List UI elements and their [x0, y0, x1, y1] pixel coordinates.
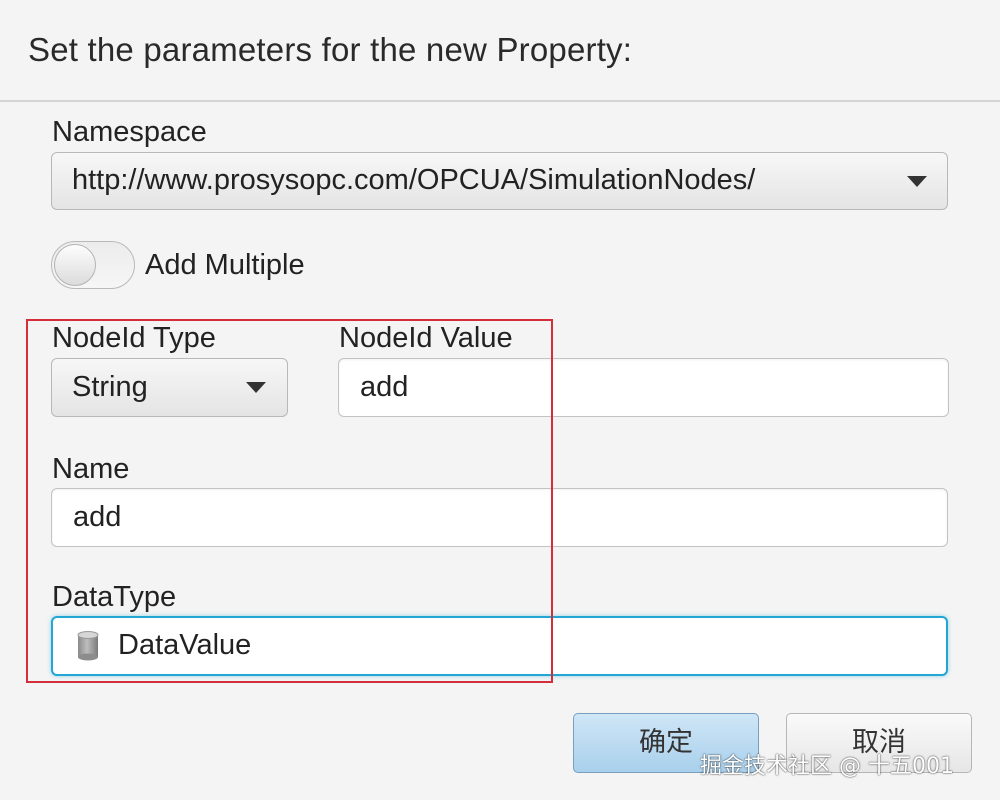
dialog-header: Set the parameters for the new Property:: [0, 0, 1000, 102]
add-multiple-toggle[interactable]: [51, 241, 135, 289]
add-multiple-label: Add Multiple: [145, 249, 305, 281]
namespace-select[interactable]: http://www.prosysopc.com/OPCUA/Simulatio…: [51, 152, 948, 210]
ok-button-label: 确定: [639, 727, 693, 758]
toggle-knob: [54, 244, 96, 286]
dialog-title: Set the parameters for the new Property:: [28, 31, 633, 68]
namespace-label: Namespace: [52, 116, 207, 148]
highlight-annotation-box: [26, 319, 553, 683]
watermark-text: 掘金技术社区 @ 十五001: [700, 754, 954, 779]
chevron-down-icon: [907, 176, 927, 187]
namespace-value: http://www.prosysopc.com/OPCUA/Simulatio…: [72, 164, 756, 196]
